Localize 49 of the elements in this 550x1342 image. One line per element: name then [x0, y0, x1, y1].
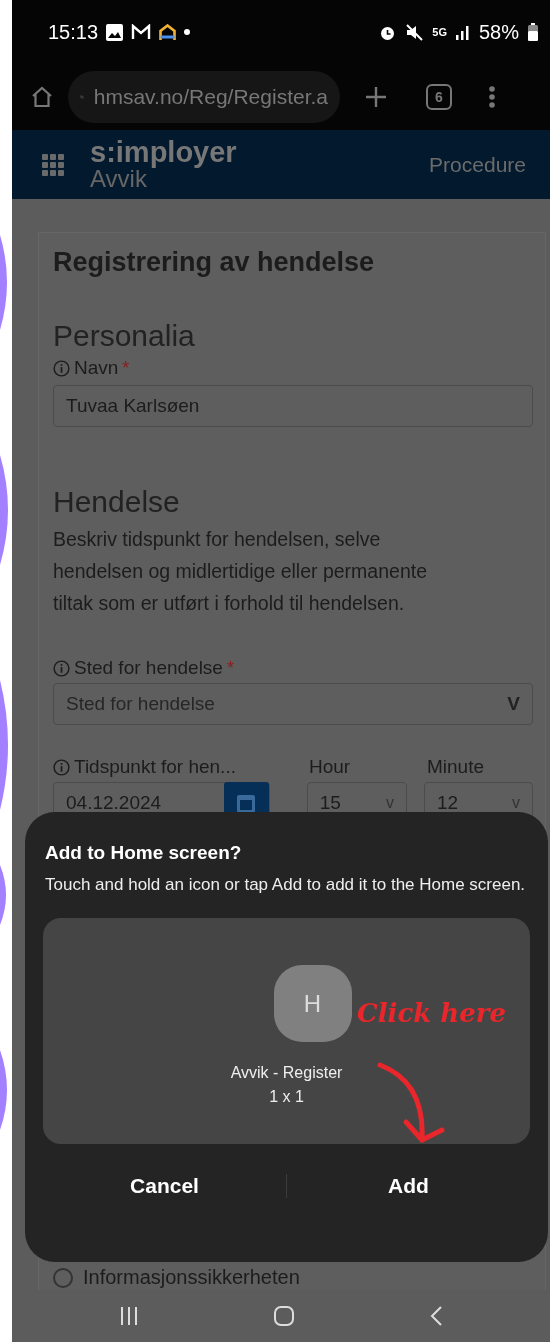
dialog-button[interactable]: Add — [287, 1166, 530, 1206]
annotation-text: Click here — [357, 998, 507, 1028]
brand-logo: s:imployer — [90, 138, 238, 167]
module-name: Avvik — [90, 167, 147, 191]
app-icon[interactable]: H — [273, 965, 352, 1042]
section-heading: Personalia — [53, 319, 196, 353]
app-size: 1 x 1 — [269, 1088, 304, 1106]
procedure-link[interactable]: Procedure — [429, 152, 526, 177]
name-field[interactable]: Tuvaa Karlsøen — [53, 385, 533, 427]
clock: 15:13 — [48, 20, 99, 44]
place-select[interactable]: Sted for hendelse V — [53, 683, 533, 725]
section-description: Beskriv tidspunkt for hendelsen, selve hendelsen og midlertidige eller permanente tiltak som er utført i forhold til hendelsen. — [53, 527, 428, 616]
app-name: Avvik - Register — [230, 1064, 343, 1082]
address-bar[interactable]: hmsav.no/Reg/Register.a — [68, 71, 340, 123]
menu-icon[interactable] — [488, 85, 496, 109]
home-icon — [159, 23, 177, 41]
back-icon[interactable] — [429, 1305, 443, 1327]
info-icon[interactable] — [53, 359, 70, 377]
option-label[interactable]: Informasjonssikkerheten — [83, 1266, 300, 1289]
required-mark: * — [226, 657, 234, 679]
new-tab-icon[interactable] — [364, 85, 388, 109]
form-title: Registrering av hendelse — [53, 247, 376, 278]
dialog-button[interactable]: Cancel — [43, 1166, 286, 1206]
info-icon[interactable] — [53, 659, 70, 677]
home-button-icon[interactable] — [273, 1305, 295, 1327]
field-label: Hour — [309, 756, 352, 778]
dot-icon — [184, 29, 191, 35]
recent-apps-icon[interactable] — [119, 1305, 139, 1327]
mute-icon — [405, 23, 424, 41]
battery-icon — [528, 23, 538, 41]
dialog-message: Touch and hold an icon or tap Add to add it to the Home screen. — [44, 874, 527, 896]
radio-button[interactable] — [53, 1267, 73, 1288]
network-label: 5G — [432, 26, 447, 38]
field-label: Minute — [427, 756, 485, 778]
dialog-title: Add to Home screen? — [44, 842, 243, 864]
field-label: Tidspunkt for hen... — [74, 756, 236, 778]
image-icon — [106, 23, 124, 41]
apps-grid-icon[interactable] — [42, 153, 64, 176]
field-label: Navn — [74, 357, 119, 379]
mail-icon — [131, 24, 152, 40]
field-label: Sted for hendelse — [74, 657, 223, 679]
required-mark: * — [122, 357, 130, 379]
home-icon[interactable] — [30, 85, 54, 109]
tab-count[interactable]: 6 — [426, 84, 452, 110]
info-icon[interactable] — [53, 758, 70, 776]
signal-icon — [455, 24, 470, 40]
calendar-icon — [236, 792, 257, 814]
section-heading: Hendelse — [53, 485, 181, 519]
battery-percent: 58% — [478, 20, 519, 44]
